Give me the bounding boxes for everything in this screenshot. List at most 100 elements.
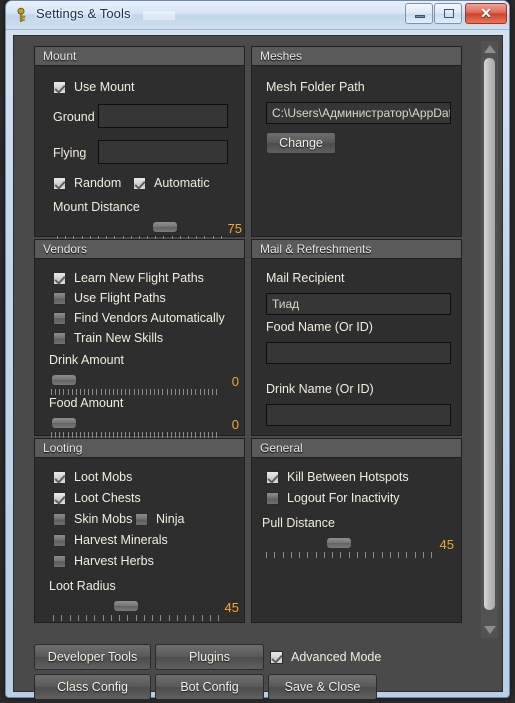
label-mail-recipient: Mail Recipient bbox=[266, 271, 345, 285]
group-meshes: Meshes Mesh Folder Path C:\Users\Админис… bbox=[251, 46, 462, 237]
maximize-icon bbox=[444, 9, 454, 18]
checkbox-loot-chests[interactable]: Loot Chests bbox=[53, 491, 141, 505]
settings-window: Settings & Tools ✕ Mount Use Mount Groun… bbox=[5, 0, 510, 700]
checkbox-box bbox=[53, 176, 66, 190]
maximize-button[interactable] bbox=[434, 3, 462, 24]
group-mail-title: Mail & Refreshments bbox=[252, 240, 461, 259]
window-title: Settings & Tools bbox=[36, 6, 131, 21]
scroll-up-arrow-icon[interactable] bbox=[484, 45, 496, 53]
bot-config-button[interactable]: Bot Config bbox=[155, 674, 264, 700]
checkbox-box bbox=[270, 650, 283, 664]
checkbox-label: Skin Mobs bbox=[74, 512, 133, 526]
slider-thumb[interactable] bbox=[152, 221, 178, 233]
scrollbar-thumb[interactable] bbox=[484, 58, 495, 610]
checkbox-label: Loot Mobs bbox=[74, 470, 133, 484]
slider-ticks bbox=[53, 615, 219, 621]
value-pull-distance: 45 bbox=[439, 537, 454, 552]
checkbox-skin-mobs[interactable]: Skin Mobs bbox=[53, 512, 132, 526]
label-flying: Flying bbox=[53, 146, 87, 160]
checkbox-label: Loot Chests bbox=[74, 491, 141, 505]
checkbox-use-flight-paths[interactable]: Use Flight Paths bbox=[53, 291, 166, 305]
checkbox-box bbox=[135, 512, 148, 526]
minimize-button[interactable] bbox=[405, 3, 433, 24]
change-folder-button[interactable]: Change bbox=[266, 132, 336, 154]
label-mount-distance: Mount Distance bbox=[53, 200, 140, 214]
checkbox-box bbox=[133, 176, 146, 190]
value-mount-distance: 75 bbox=[227, 221, 242, 236]
checkbox-kill-between-hotspots[interactable]: Kill Between Hotspots bbox=[266, 470, 409, 484]
close-button[interactable]: ✕ bbox=[465, 3, 507, 24]
checkbox-ninja[interactable]: Ninja bbox=[135, 512, 185, 526]
group-vendors: Vendors Learn New Flight Paths Use Fligh… bbox=[34, 239, 245, 438]
title-bar[interactable]: Settings & Tools ✕ bbox=[6, 1, 509, 30]
slider-thumb[interactable] bbox=[326, 537, 352, 549]
label-drink-name: Drink Name (Or ID) bbox=[266, 382, 374, 396]
checkbox-box bbox=[53, 291, 66, 305]
checkbox-label: Kill Between Hotspots bbox=[287, 470, 409, 484]
group-general-title: General bbox=[252, 439, 461, 458]
class-config-button[interactable]: Class Config bbox=[34, 674, 151, 700]
label-food-name: Food Name (Or ID) bbox=[266, 320, 373, 334]
settings-scroll-pane: Mount Use Mount Ground Flying Random Aut… bbox=[20, 41, 483, 638]
checkbox-label: Harvest Minerals bbox=[74, 533, 168, 547]
checkbox-box bbox=[53, 331, 66, 345]
checkbox-label: Logout For Inactivity bbox=[287, 491, 400, 505]
close-icon: ✕ bbox=[480, 5, 492, 21]
checkbox-advanced-mode[interactable]: Advanced Mode bbox=[270, 650, 381, 664]
checkbox-harvest-minerals[interactable]: Harvest Minerals bbox=[53, 533, 168, 547]
slider-thumb[interactable] bbox=[51, 417, 77, 429]
slider-ticks bbox=[51, 389, 217, 395]
group-looting: Looting Loot Mobs Loot Chests Skin Mobs bbox=[34, 438, 245, 623]
checkbox-box bbox=[266, 491, 279, 505]
checkbox-logout-for-inactivity[interactable]: Logout For Inactivity bbox=[266, 491, 400, 505]
food-name-input[interactable] bbox=[266, 342, 451, 364]
checkbox-harvest-herbs[interactable]: Harvest Herbs bbox=[53, 554, 154, 568]
checkbox-train-new-skills[interactable]: Train New Skills bbox=[53, 331, 163, 345]
checkbox-box bbox=[53, 554, 66, 568]
value-loot-radius: 45 bbox=[224, 600, 239, 615]
label-food-amount: Food Amount bbox=[49, 396, 124, 410]
mesh-folder-path-input[interactable]: C:\Users\Администратор\AppData\ bbox=[266, 102, 451, 124]
checkbox-find-vendors-automatically[interactable]: Find Vendors Automatically bbox=[53, 311, 225, 325]
group-mount-title: Mount bbox=[35, 47, 244, 66]
checkbox-loot-mobs[interactable]: Loot Mobs bbox=[53, 470, 132, 484]
checkbox-label: Automatic bbox=[154, 176, 210, 190]
checkbox-box bbox=[53, 470, 66, 484]
checkbox-box bbox=[53, 80, 66, 94]
checkbox-label: Ninja bbox=[156, 512, 185, 526]
checkbox-label: Advanced Mode bbox=[291, 650, 382, 664]
checkbox-learn-new-flight-paths[interactable]: Learn New Flight Paths bbox=[53, 271, 204, 285]
vertical-scrollbar[interactable] bbox=[481, 41, 498, 638]
checkbox-box bbox=[53, 271, 66, 285]
title-ghost-block bbox=[143, 11, 175, 20]
save-and-close-button[interactable]: Save & Close bbox=[268, 674, 377, 700]
group-mount: Mount Use Mount Ground Flying Random Aut… bbox=[34, 46, 245, 242]
slider-thumb[interactable] bbox=[51, 374, 77, 386]
checkbox-box bbox=[266, 470, 279, 484]
checkbox-use-mount[interactable]: Use Mount bbox=[53, 80, 134, 94]
group-looting-title: Looting bbox=[35, 439, 244, 458]
checkbox-random[interactable]: Random bbox=[53, 176, 121, 190]
checkbox-box bbox=[53, 311, 66, 325]
checkbox-box bbox=[53, 533, 66, 547]
slider-ticks bbox=[266, 552, 432, 558]
label-mesh-folder-path: Mesh Folder Path bbox=[266, 80, 365, 94]
slider-thumb[interactable] bbox=[113, 600, 139, 612]
minimize-icon bbox=[415, 15, 425, 18]
label-ground: Ground bbox=[53, 110, 95, 124]
checkbox-automatic[interactable]: Automatic bbox=[133, 176, 210, 190]
label-pull-distance: Pull Distance bbox=[262, 516, 335, 530]
checkbox-label: Random bbox=[74, 176, 122, 190]
value-drink-amount: 0 bbox=[231, 374, 239, 389]
checkbox-label: Harvest Herbs bbox=[74, 554, 154, 568]
mail-recipient-input[interactable]: Тиад bbox=[266, 293, 451, 315]
drink-name-input[interactable] bbox=[266, 404, 451, 426]
scroll-down-arrow-icon[interactable] bbox=[484, 626, 496, 634]
key-icon bbox=[17, 7, 26, 22]
developer-tools-button[interactable]: Developer Tools bbox=[34, 644, 151, 670]
flying-mount-input[interactable] bbox=[98, 140, 228, 164]
ground-mount-input[interactable] bbox=[98, 104, 228, 128]
plugins-button[interactable]: Plugins bbox=[155, 644, 264, 670]
checkbox-label: Use Flight Paths bbox=[74, 291, 166, 305]
checkbox-label: Use Mount bbox=[74, 80, 135, 94]
